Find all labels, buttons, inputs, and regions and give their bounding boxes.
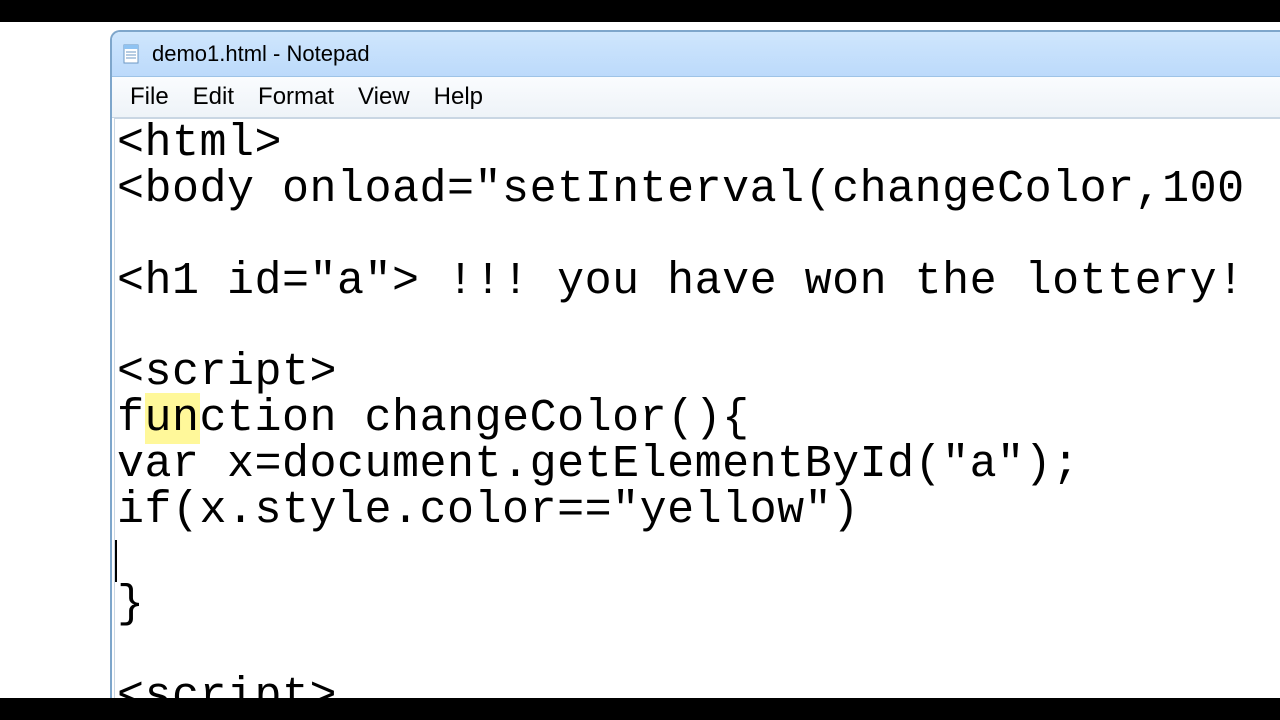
menu-help[interactable]: Help	[422, 77, 495, 117]
text-editor[interactable]: <html> <body onload="setInterval(changeC…	[114, 118, 1280, 698]
code-frag: f	[117, 393, 145, 444]
desktop-stage: demo1.html - Notepad File Edit Format Vi…	[0, 22, 1280, 698]
notepad-icon	[120, 42, 144, 66]
code-content[interactable]: <html> <body onload="setInterval(changeC…	[117, 121, 1280, 698]
code-line: <html>	[117, 118, 282, 169]
menu-format[interactable]: Format	[246, 77, 346, 117]
code-line: <body onload="setInterval(changeColor,10…	[117, 164, 1245, 215]
code-line: if(x.style.color=="yellow")	[117, 485, 860, 536]
menubar: File Edit Format View Help	[112, 77, 1280, 118]
code-line: var x=document.getElementById("a");	[117, 439, 1080, 490]
code-line: <h1 id="a"> !!! you have won the lottery…	[117, 256, 1245, 307]
letterbox-top	[0, 0, 1280, 22]
text-caret	[114, 540, 117, 582]
code-frag: ction changeColor(){	[200, 393, 750, 444]
code-line: <script>	[117, 671, 337, 698]
menu-edit[interactable]: Edit	[181, 77, 246, 117]
code-line: <script>	[117, 347, 337, 398]
menu-file[interactable]: File	[118, 77, 181, 117]
letterbox-bottom	[0, 698, 1280, 720]
menu-view[interactable]: View	[346, 77, 422, 117]
window-title: demo1.html - Notepad	[152, 41, 370, 67]
titlebar[interactable]: demo1.html - Notepad	[112, 32, 1280, 77]
highlight: un	[145, 393, 200, 444]
code-line: function changeColor(){	[117, 393, 750, 444]
code-line: }	[117, 579, 145, 630]
notepad-window: demo1.html - Notepad File Edit Format Vi…	[110, 30, 1280, 698]
